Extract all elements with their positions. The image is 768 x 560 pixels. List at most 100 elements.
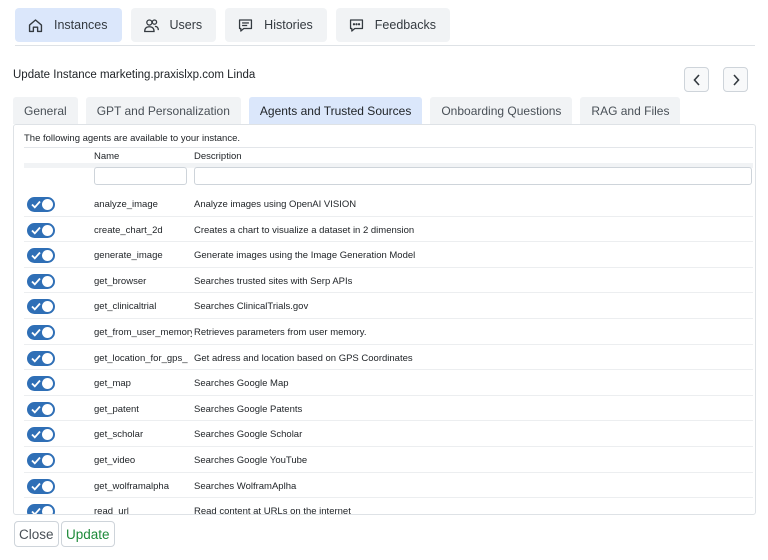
agent-toggle[interactable] (27, 273, 55, 289)
agent-toggle[interactable] (27, 324, 55, 340)
nav-instances[interactable]: Instances (15, 8, 122, 42)
description-filter-input[interactable] (194, 167, 752, 185)
table-row: get_wolframalpha Searches WolframAplha (24, 473, 753, 499)
agent-toggle[interactable] (27, 401, 55, 417)
feedback-icon (349, 18, 363, 32)
tab-general[interactable]: General (13, 97, 78, 124)
tab-gpt-personalization[interactable]: GPT and Personalization (85, 97, 241, 124)
tab-onboarding-questions[interactable]: Onboarding Questions (430, 97, 573, 124)
page-title: Update Instance marketing.praxislxp.com … (13, 69, 256, 81)
agent-description: Searches Google Map (194, 378, 289, 390)
check-icon (31, 380, 41, 388)
agent-name: get_map (94, 378, 131, 390)
agent-name: get_patent (94, 403, 139, 415)
agent-toggle[interactable] (27, 504, 55, 514)
check-icon (31, 508, 41, 514)
check-icon (31, 456, 41, 465)
close-button[interactable]: Close (14, 521, 59, 547)
chevron-left-icon (692, 73, 700, 86)
table-row: get_clinicaltrial Searches ClinicalTrials… (24, 293, 753, 319)
agent-name: get_location_for_gps_ (94, 352, 188, 364)
agents-panel: The following agents are available to yo… (13, 124, 756, 515)
agent-description: Retrieves parameters from user memory. (194, 326, 367, 338)
agent-description: Creates a chart to visualize a dataset i… (194, 224, 415, 236)
toggle-knob (42, 301, 53, 313)
table-row: analyze_image Analyze images using OpenAI… (24, 191, 753, 217)
check-icon (31, 431, 41, 439)
table-row: generate_image Generate images using the … (24, 242, 753, 268)
tab-agents-trusted-sources[interactable]: Agents and Trusted Sources (248, 97, 423, 124)
table-row: get_location_for_gps_ Get adress and loca… (24, 345, 753, 371)
agent-name: get_from_user_memory (94, 326, 192, 338)
agent-toggle[interactable] (27, 222, 55, 238)
agent-toggle[interactable] (27, 350, 55, 366)
table-row: create_chart_2d Creates a chart to visual… (24, 217, 753, 243)
agent-toggle[interactable] (27, 299, 55, 315)
table-row: get_from_user_memory Retrieves parameters… (24, 319, 753, 345)
toggle-knob (42, 250, 53, 262)
table-row: read_url Read content at URLs on the inte… (24, 498, 753, 515)
agent-name: read_url (94, 506, 129, 515)
check-icon (31, 252, 41, 260)
agents-table-body: analyze_image Analyze images using OpenAI… (24, 191, 753, 515)
nav-users-label: Users (169, 18, 203, 32)
check-icon (31, 277, 41, 286)
toggle-knob (42, 429, 53, 441)
agent-description: Searches trusted sites with Serp APIs (194, 275, 353, 287)
agent-toggle[interactable] (27, 452, 55, 468)
header-top-divider (24, 147, 753, 148)
agent-toggle[interactable] (27, 197, 55, 212)
check-icon (31, 328, 41, 337)
agent-toggle[interactable] (27, 248, 55, 264)
agent-name: create_chart_2d (94, 224, 163, 236)
toggle-knob (42, 454, 53, 466)
check-icon (31, 405, 41, 414)
tab-bar: General GPT and Personalization Agents a… (13, 97, 681, 124)
table-row: get_scholar Searches Google Scholar (24, 421, 753, 447)
agent-description: Searches Google Patents (194, 403, 303, 415)
agent-name: generate_image (94, 250, 163, 262)
agent-name: analyze_image (94, 199, 158, 210)
table-row: get_browser Searches trusted sites with S… (24, 268, 753, 294)
column-header-description: Description (194, 151, 242, 162)
check-icon (31, 354, 41, 363)
toggle-knob (42, 224, 53, 236)
tab-rag-files[interactable]: RAG and Files (580, 97, 681, 124)
agent-toggle[interactable] (27, 427, 55, 443)
agent-description: Searches ClinicalTrials.gov (194, 301, 309, 313)
toggle-knob (42, 506, 53, 514)
toggle-knob (42, 403, 53, 415)
nav-feedbacks[interactable]: Feedbacks (335, 8, 450, 42)
agent-name: get_wolframalpha (94, 480, 169, 492)
toggle-knob (42, 326, 53, 338)
agent-toggle[interactable] (27, 376, 55, 392)
nav-users[interactable]: Users (130, 8, 217, 42)
agent-description: Searches Google YouTube (194, 454, 308, 466)
name-filter-input[interactable] (94, 167, 187, 185)
chevron-right-icon (732, 73, 740, 86)
agent-description: Searches Google Scholar (194, 429, 303, 441)
next-button[interactable] (723, 67, 748, 92)
column-header-name: Name (94, 151, 120, 162)
agent-description: Searches WolframAplha (194, 480, 297, 492)
toggle-knob (42, 480, 53, 492)
prev-button[interactable] (684, 67, 709, 92)
nav-histories-label: Histories (264, 18, 313, 32)
users-icon (143, 18, 159, 32)
agents-intro: The following agents are available to yo… (24, 133, 240, 144)
update-button[interactable]: Update (61, 521, 115, 547)
agent-name: get_clinicaltrial (94, 301, 157, 313)
nav-divider (15, 45, 755, 46)
top-nav: Instances Users Histories Feedbacks (15, 8, 450, 42)
toggle-knob (42, 378, 53, 390)
toggle-knob (42, 199, 53, 210)
agent-description: Generate images using the Image Generati… (194, 250, 416, 262)
nav-histories[interactable]: Histories (225, 8, 327, 42)
agent-name: get_browser (94, 275, 147, 287)
home-icon (28, 18, 43, 32)
table-row: get_patent Searches Google Patents (24, 396, 753, 422)
agent-name: get_scholar (94, 429, 144, 441)
check-icon (31, 200, 41, 209)
agent-toggle[interactable] (27, 478, 55, 494)
table-row: get_video Searches Google YouTube (24, 447, 753, 473)
